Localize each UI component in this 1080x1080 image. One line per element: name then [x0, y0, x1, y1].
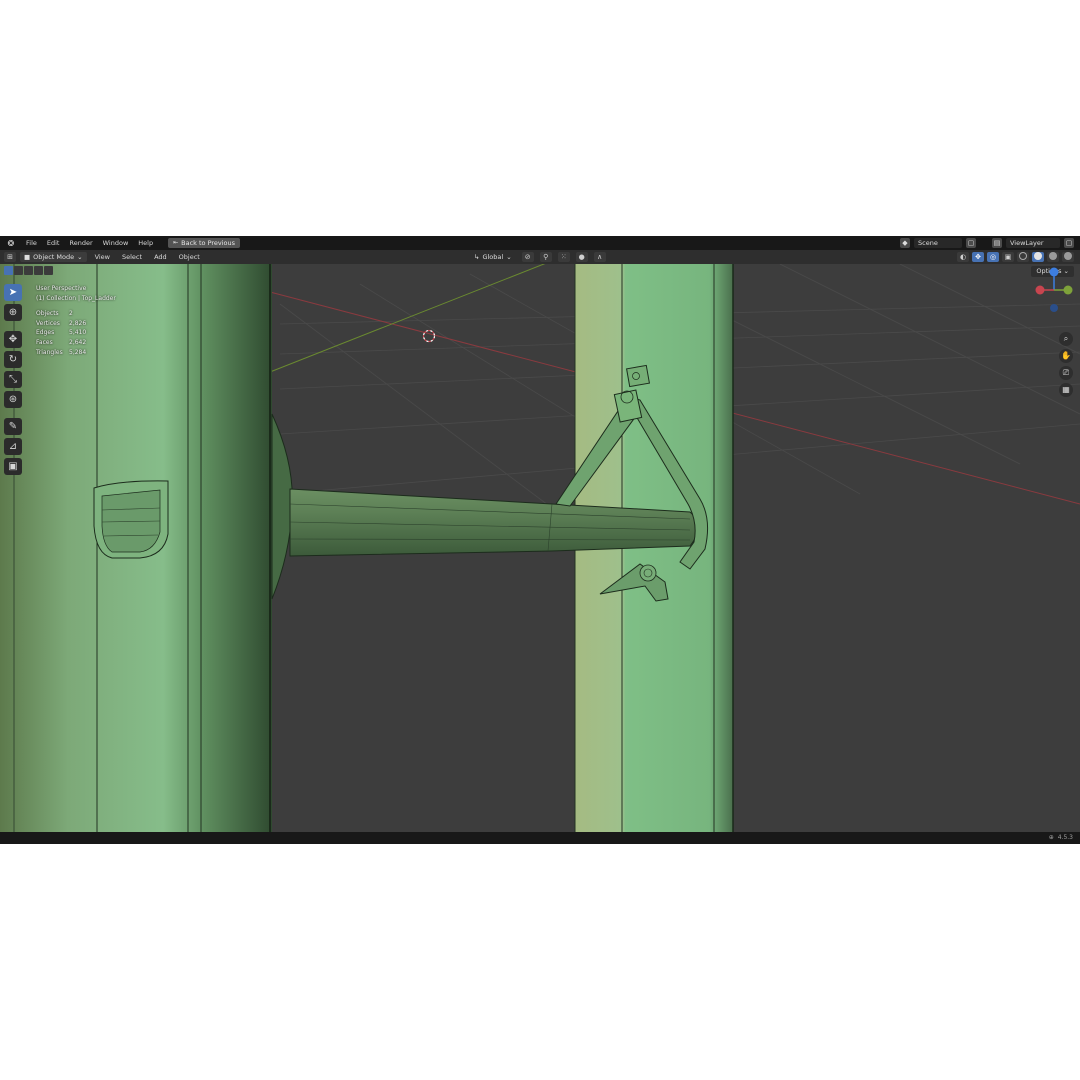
select-box-icon[interactable]: ➤	[4, 284, 22, 301]
shading-rendered-icon[interactable]	[1062, 252, 1074, 262]
blender-window: ❂ File Edit Render Window Help ⇤ Back to…	[0, 236, 1080, 844]
version-label: 4.5.3	[1057, 834, 1073, 841]
camera-icon[interactable]: ⎚	[1059, 366, 1073, 380]
tool-strip: ➤ ⊕ ✥ ↻ ⤡ ⊛ ✎ ⊿ ▣	[4, 284, 24, 475]
mode-label: Object Mode	[33, 253, 75, 261]
back-to-previous-button[interactable]: ⇤ Back to Previous	[168, 238, 241, 248]
collection-label: (1) Collection | Top_Ladder	[36, 294, 116, 302]
add-cube-icon[interactable]: ▣	[4, 458, 22, 475]
header-menu-add[interactable]: Add	[150, 252, 171, 262]
shading-material-icon[interactable]	[1047, 252, 1059, 262]
overlay-toggle-icon[interactable]: ◎	[987, 252, 999, 262]
stat-row-triangles: Triangles 5,284	[36, 348, 87, 356]
top-menu-bar: ❂ File Edit Render Window Help ⇤ Back to…	[0, 236, 1080, 250]
cursor-icon[interactable]: ⊕	[4, 304, 22, 321]
orientation-label: Global	[482, 253, 504, 261]
grid-icon[interactable]: ▦	[1059, 383, 1073, 397]
falloff-icon[interactable]: ∧	[593, 252, 606, 262]
proportional-edit-icon[interactable]: ●	[575, 252, 588, 262]
3d-cursor	[422, 329, 436, 343]
menu-render[interactable]: Render	[64, 236, 97, 250]
stat-row-vertices: Vertices 2,826	[36, 319, 87, 327]
select-subtract-icon[interactable]	[24, 266, 33, 275]
rotate-icon[interactable]: ↻	[4, 351, 22, 368]
select-extend-icon[interactable]	[14, 266, 23, 275]
navigation-gizmo[interactable]	[1034, 264, 1074, 314]
menu-edit[interactable]: Edit	[42, 236, 65, 250]
view-layer-field[interactable]: ViewLayer	[1006, 238, 1060, 248]
3d-viewport[interactable]: ➤ ⊕ ✥ ↻ ⤡ ⊛ ✎ ⊿ ▣ User Perspective (1) C…	[0, 264, 1080, 832]
status-bar: ⊕ 4.5.3	[0, 832, 1080, 844]
zoom-icon[interactable]: ⌕	[1059, 332, 1073, 346]
scene-icon[interactable]: ◆	[900, 238, 910, 248]
select-new-icon[interactable]	[4, 266, 13, 275]
viewport-header: ⊞ ■ Object Mode ⌄ View Select Add Object…	[0, 250, 1080, 264]
snap-icon[interactable]: ⚲	[539, 252, 552, 262]
back-to-previous-label: Back to Previous	[181, 239, 236, 247]
scale-icon[interactable]: ⤡	[4, 371, 22, 388]
hand-icon[interactable]: ✋	[1059, 349, 1073, 363]
object-mode-icon: ■	[24, 253, 31, 261]
viewport-scene	[0, 264, 1080, 832]
header-menu-select[interactable]: Select	[118, 252, 146, 262]
move-icon[interactable]: ✥	[4, 331, 22, 348]
shading-wireframe-icon[interactable]	[1017, 252, 1029, 262]
transform-icon[interactable]: ⊛	[4, 391, 22, 408]
selection-mode-group	[4, 266, 53, 275]
scene-field[interactable]: Scene	[914, 238, 962, 248]
measure-icon[interactable]: ⊿	[4, 438, 22, 455]
select-intersect-icon[interactable]	[44, 266, 53, 275]
viewport-info-overlay: User Perspective (1) Collection | Top_La…	[36, 284, 116, 357]
header-menu-view[interactable]: View	[91, 252, 114, 262]
stat-row-faces: Faces 2,642	[36, 338, 87, 346]
chevron-down-icon: ⌄	[506, 253, 512, 261]
editor-type-icon[interactable]: ⊞	[4, 252, 16, 262]
shading-solid-icon[interactable]	[1032, 252, 1044, 262]
chevron-down-icon: ⌄	[77, 253, 83, 261]
orientation-dropdown[interactable]: ↳ Global ⌄	[470, 252, 516, 262]
perspective-label: User Perspective	[36, 285, 87, 292]
stat-row-edges: Edges 5,410	[36, 329, 87, 337]
visibility-icon[interactable]: ◐	[957, 252, 969, 262]
tube-flange	[271, 413, 293, 600]
orientation-icon: ↳	[474, 253, 480, 261]
view-layer-icon[interactable]: ▤	[992, 238, 1002, 248]
menu-help[interactable]: Help	[133, 236, 158, 250]
blender-logo-icon[interactable]: ❂	[5, 239, 17, 248]
xray-icon[interactable]: ▣	[1002, 252, 1014, 262]
stat-row-objects: Objects 2	[36, 310, 73, 318]
mode-dropdown[interactable]: ■ Object Mode ⌄	[20, 252, 87, 262]
scene-controls: ◆ Scene ▢ ▤ ViewLayer ▢	[900, 238, 1074, 248]
new-view-layer-icon[interactable]: ▢	[1064, 238, 1074, 248]
menu-window[interactable]: Window	[98, 236, 134, 250]
pivot-icon[interactable]: ⊘	[521, 252, 534, 262]
scene-statistics: Objects 2 Vertices 2,826 Edges 5,410 Faces 2…	[36, 309, 116, 357]
network-icon: ⊕	[1048, 834, 1054, 841]
snap-target-icon[interactable]: ⁙	[557, 252, 570, 262]
gizmo-toggle-icon[interactable]: ✥	[972, 252, 984, 262]
select-invert-icon[interactable]	[34, 266, 43, 275]
menu-file[interactable]: File	[21, 236, 42, 250]
back-icon: ⇤	[173, 239, 179, 246]
y-axis-line	[269, 264, 546, 373]
new-scene-icon[interactable]: ▢	[966, 238, 976, 248]
header-menu-object[interactable]: Object	[175, 252, 204, 262]
annotate-icon[interactable]: ✎	[4, 418, 22, 435]
